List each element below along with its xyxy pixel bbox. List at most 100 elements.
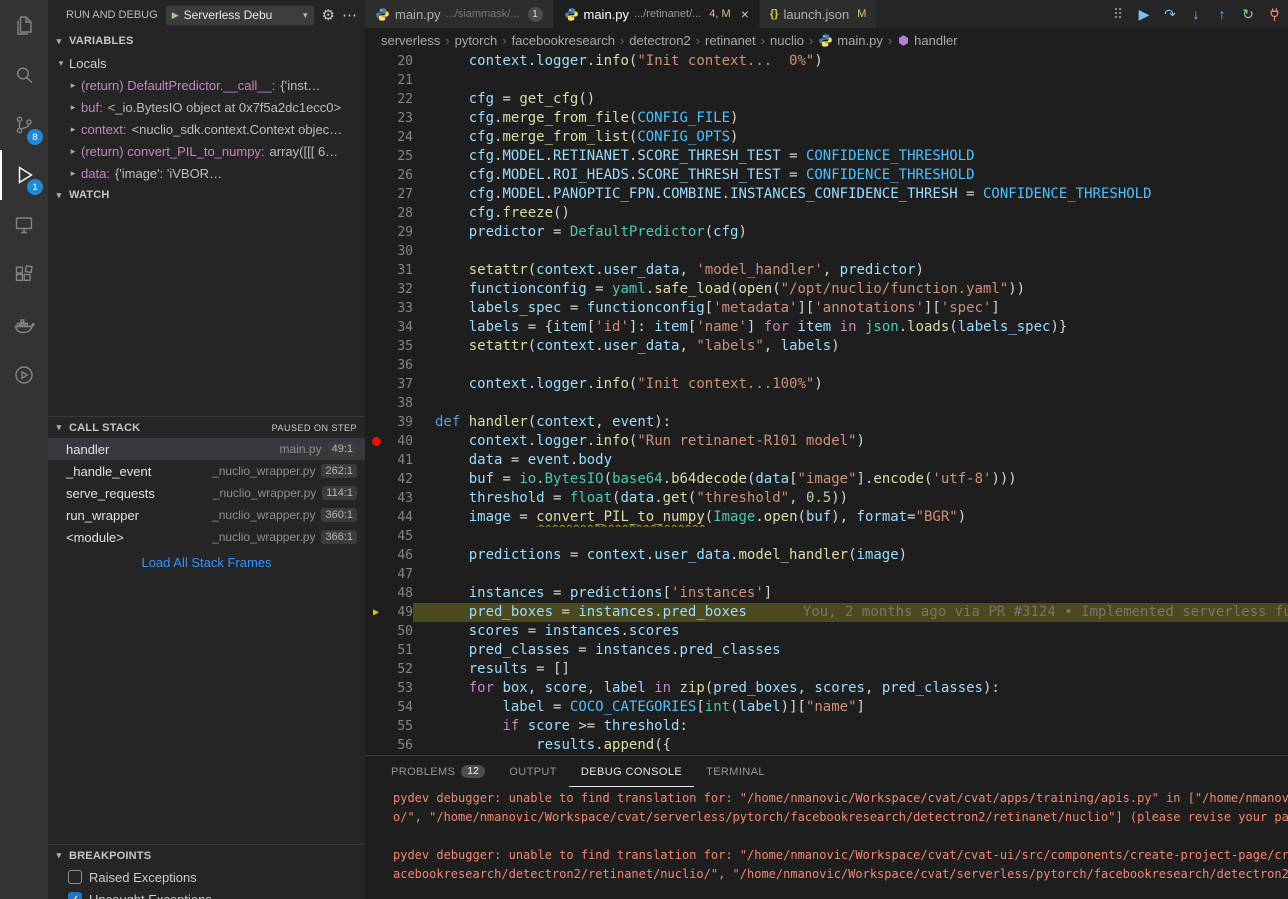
line-number[interactable]: 41 [387, 451, 413, 470]
line-number[interactable]: 23 [387, 109, 413, 128]
stack-frame[interactable]: run_wrapper_nuclio_wrapper.py360:1 [48, 504, 365, 526]
code-text[interactable]: cfg.MODEL.ROI_HEADS.SCORE_THRESH_TEST = … [413, 166, 1288, 185]
docker-icon[interactable] [0, 300, 48, 350]
glyph-margin[interactable] [365, 394, 387, 413]
launch-config-dropdown[interactable]: ▶ Serverless Debu ▾ [165, 5, 315, 26]
line-number[interactable]: 55 [387, 717, 413, 736]
glyph-margin[interactable] [365, 546, 387, 565]
glyph-margin[interactable] [365, 280, 387, 299]
glyph-margin[interactable] [365, 489, 387, 508]
glyph-margin[interactable] [365, 717, 387, 736]
code-text[interactable] [413, 565, 1288, 584]
line-number[interactable]: 22 [387, 90, 413, 109]
code-text[interactable] [413, 527, 1288, 546]
code-text[interactable]: pred_boxes = instances.pred_boxesYou, 2 … [413, 603, 1288, 622]
code-text[interactable] [413, 242, 1288, 261]
line-number[interactable]: 39 [387, 413, 413, 432]
line-number[interactable]: 37 [387, 375, 413, 394]
code-text[interactable] [413, 394, 1288, 413]
run-panel-icon[interactable] [0, 350, 48, 400]
code-text[interactable]: labels = {item['id']: item['name'] for i… [413, 318, 1288, 337]
line-number[interactable]: 33 [387, 299, 413, 318]
line-number[interactable]: 48 [387, 584, 413, 603]
glyph-margin[interactable] [365, 52, 387, 71]
remote-explorer-icon[interactable] [0, 200, 48, 250]
panel-tab-output[interactable]: OUTPUT [497, 756, 569, 787]
breakpoint-item[interactable]: Raised Exceptions [48, 866, 365, 888]
code-text[interactable]: labels_spec = functionconfig['metadata']… [413, 299, 1288, 318]
line-number[interactable]: 27 [387, 185, 413, 204]
glyph-margin[interactable] [365, 508, 387, 527]
line-number[interactable]: 53 [387, 679, 413, 698]
glyph-margin[interactable] [365, 318, 387, 337]
glyph-margin[interactable] [365, 451, 387, 470]
glyph-margin[interactable] [365, 242, 387, 261]
glyph-margin[interactable] [365, 565, 387, 584]
step-out-icon[interactable]: ↑ [1212, 4, 1232, 24]
glyph-margin[interactable] [365, 679, 387, 698]
run-and-debug-icon[interactable]: 1 [0, 150, 48, 200]
line-number[interactable]: 24 [387, 128, 413, 147]
code-text[interactable]: results.append({ [413, 736, 1288, 755]
step-into-icon[interactable]: ↓ [1186, 4, 1206, 24]
watch-section-header[interactable]: ▾ WATCH [48, 184, 365, 206]
line-number[interactable]: 44 [387, 508, 413, 527]
checkbox-unchecked[interactable] [68, 870, 82, 884]
code-text[interactable]: if score >= threshold: [413, 717, 1288, 736]
glyph-margin[interactable] [365, 261, 387, 280]
line-number[interactable]: 49 [387, 603, 413, 622]
code-text[interactable]: image = convert_PIL_to_numpy(Image.open(… [413, 508, 1288, 527]
line-number[interactable]: 34 [387, 318, 413, 337]
code-text[interactable]: functionconfig = yaml.safe_load(open("/o… [413, 280, 1288, 299]
breakpoint-icon[interactable] [372, 437, 381, 446]
line-number[interactable]: 36 [387, 356, 413, 375]
glyph-margin[interactable] [365, 71, 387, 90]
line-number[interactable]: 26 [387, 166, 413, 185]
code-text[interactable]: results = [] [413, 660, 1288, 679]
load-all-stack-frames-link[interactable]: Load All Stack Frames [48, 548, 365, 570]
glyph-margin[interactable] [365, 204, 387, 223]
line-number[interactable]: 29 [387, 223, 413, 242]
code-text[interactable]: def handler(context, event): [413, 413, 1288, 432]
line-number[interactable]: 31 [387, 261, 413, 280]
glyph-margin[interactable] [365, 147, 387, 166]
line-number[interactable]: 56 [387, 736, 413, 755]
breadcrumb-item-main.py[interactable]: main.py [818, 33, 883, 48]
code-text[interactable] [413, 356, 1288, 375]
restart-icon[interactable]: ↻ [1238, 4, 1258, 24]
code-text[interactable]: scores = instances.scores [413, 622, 1288, 641]
code-text[interactable]: cfg.freeze() [413, 204, 1288, 223]
code-text[interactable]: buf = io.BytesIO(base64.b64decode(data["… [413, 470, 1288, 489]
code-text[interactable]: instances = predictions['instances'] [413, 584, 1288, 603]
stack-frame[interactable]: _handle_event_nuclio_wrapper.py262:1 [48, 460, 365, 482]
breakpoint-item[interactable]: ✓Uncaught Exceptions [48, 888, 365, 899]
glyph-margin[interactable] [365, 584, 387, 603]
line-number[interactable]: 47 [387, 565, 413, 584]
variable-item[interactable]: ▸(return) DefaultPredictor.__call__:{'in… [48, 74, 365, 96]
panel-tab-terminal[interactable]: TERMINAL [694, 756, 777, 787]
code-text[interactable]: setattr(context.user_data, "labels", lab… [413, 337, 1288, 356]
line-number[interactable]: 43 [387, 489, 413, 508]
search-icon[interactable] [0, 50, 48, 100]
panel-tab-debug-console[interactable]: DEBUG CONSOLE [569, 756, 694, 787]
glyph-margin[interactable] [365, 527, 387, 546]
breadcrumb-item-handler[interactable]: handler [897, 33, 957, 48]
code-text[interactable]: cfg.merge_from_list(CONFIG_OPTS) [413, 128, 1288, 147]
variable-item[interactable]: ▸buf:<_io.BytesIO object at 0x7f5a2dc1ec… [48, 96, 365, 118]
breakpoints-section-header[interactable]: ▾ BREAKPOINTS [48, 844, 365, 866]
glyph-margin[interactable] [365, 109, 387, 128]
glyph-margin[interactable] [365, 622, 387, 641]
variable-item[interactable]: ▸data:{'image': 'iVBOR… [48, 162, 365, 184]
code-text[interactable]: cfg.MODEL.PANOPTIC_FPN.COMBINE.INSTANCES… [413, 185, 1288, 204]
line-number[interactable]: 46 [387, 546, 413, 565]
code-text[interactable]: data = event.body [413, 451, 1288, 470]
glyph-margin[interactable] [365, 432, 387, 451]
extensions-icon[interactable] [0, 250, 48, 300]
variable-item[interactable]: ▸(return) convert_PIL_to_numpy:array([[[… [48, 140, 365, 162]
locals-scope[interactable]: ▾ Locals [48, 52, 365, 74]
variables-section-header[interactable]: ▾ VARIABLES [48, 30, 365, 52]
glyph-margin[interactable] [365, 375, 387, 394]
breadcrumb-item-detectron2[interactable]: detectron2 [629, 33, 690, 48]
breadcrumb-item-serverless[interactable]: serverless [381, 33, 440, 48]
code-text[interactable]: predictions = context.user_data.model_ha… [413, 546, 1288, 565]
